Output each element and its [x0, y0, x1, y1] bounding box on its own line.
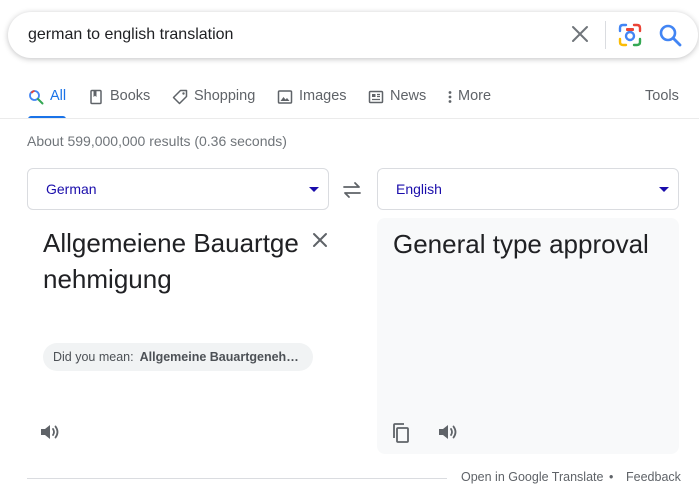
search-tabs: All Books Shopping Images News More Tool…	[0, 80, 699, 120]
source-language-select[interactable]: German	[27, 168, 329, 210]
did-you-mean-label: Did you mean:	[53, 350, 134, 364]
tab-more[interactable]: More	[447, 88, 491, 118]
tab-label: Books	[110, 88, 151, 104]
tabs-divider	[0, 118, 699, 119]
tab-label: All	[50, 88, 67, 104]
feedback-link[interactable]: Feedback	[626, 470, 681, 484]
footer-divider	[27, 478, 447, 479]
camera-lens-icon[interactable]	[617, 22, 643, 48]
did-you-mean-suggestion[interactable]: Allgemeine Bauartgenehmigung	[140, 350, 300, 364]
target-language-select[interactable]: English	[377, 168, 679, 210]
translated-text: General type approval	[393, 229, 649, 259]
speaker-icon[interactable]	[436, 420, 460, 444]
search-input[interactable]	[28, 25, 548, 45]
footer-separator: •	[609, 470, 614, 484]
tab-all[interactable]: All	[28, 88, 67, 119]
tag-icon	[172, 89, 188, 105]
close-icon[interactable]	[308, 228, 332, 252]
source-language-label: German	[46, 181, 97, 197]
search-icon[interactable]	[657, 22, 683, 48]
image-icon	[277, 90, 293, 104]
open-in-google-translate-link[interactable]: Open in Google Translate	[461, 470, 603, 484]
tab-shopping[interactable]: Shopping	[172, 88, 255, 118]
target-language-label: English	[396, 181, 442, 197]
tab-label: Tools	[645, 88, 679, 104]
caret-down-icon	[659, 187, 669, 192]
search-bar	[8, 12, 698, 58]
tab-label: Shopping	[194, 88, 256, 104]
tab-label: Images	[299, 88, 347, 104]
copy-icon[interactable]	[389, 421, 413, 445]
search-bar-divider	[605, 21, 606, 49]
swap-languages-icon[interactable]	[340, 178, 364, 202]
speaker-icon[interactable]	[38, 420, 62, 444]
result-stats: About 599,000,000 results (0.36 seconds)	[27, 133, 287, 149]
close-icon[interactable]	[568, 22, 592, 46]
vertical-dots-icon	[448, 91, 452, 103]
news-icon	[368, 90, 384, 104]
tab-images[interactable]: Images	[277, 88, 347, 118]
search-icon	[29, 90, 44, 105]
book-icon	[90, 89, 102, 105]
tab-label: More	[458, 88, 492, 104]
translation-output-panel: General type approval	[377, 218, 679, 454]
did-you-mean-chip: Did you mean: Allgemeine Bauartgenehmigu…	[43, 343, 313, 371]
caret-down-icon	[309, 187, 319, 192]
tab-books[interactable]: Books	[88, 88, 150, 118]
tab-news[interactable]: News	[368, 88, 426, 118]
source-text[interactable]: Allgemeiene Bauartgenehmigung	[43, 225, 303, 297]
tab-tools[interactable]: Tools	[645, 88, 679, 118]
tab-label: News	[390, 88, 427, 104]
